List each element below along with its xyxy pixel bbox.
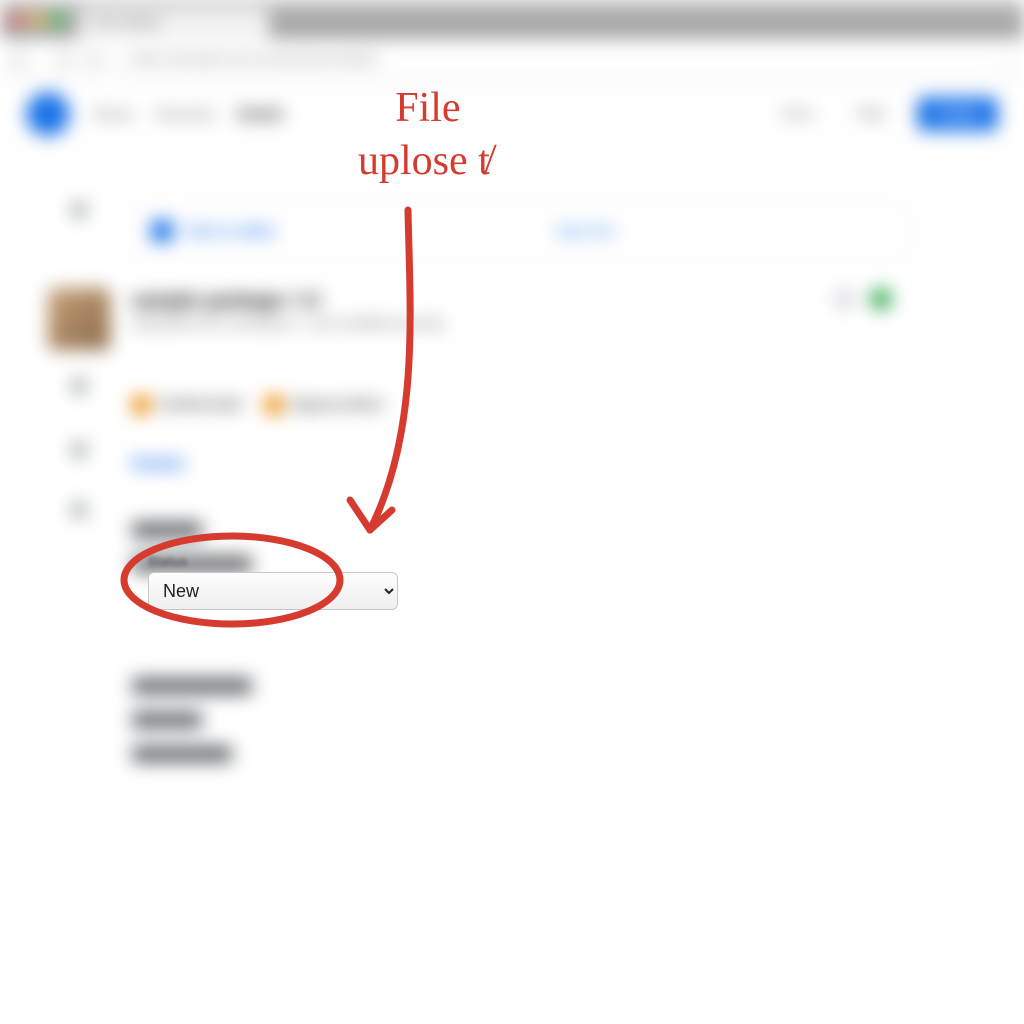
- row-bullet-icon: [71, 202, 87, 218]
- badge-label: Verified build: [158, 397, 241, 413]
- shield-icon: [132, 396, 150, 414]
- nav-link-details[interactable]: Details: [237, 105, 284, 123]
- status-indicators: [834, 288, 892, 310]
- minimize-window-icon[interactable]: [31, 13, 44, 26]
- status-select[interactable]: New: [148, 572, 398, 610]
- nav-link-overview[interactable]: Overview: [154, 105, 215, 123]
- item-subtitle: Uploaded from workspace · Last modified …: [132, 316, 834, 332]
- section-heading: Details: [132, 454, 892, 474]
- zoom-window-icon[interactable]: [52, 13, 65, 26]
- action-card-right[interactable]: Open file: [538, 222, 911, 240]
- browser-tab-strip: Item details: [79, 0, 269, 38]
- editor-icon: [151, 220, 173, 242]
- status-dot-ok-icon: [870, 288, 892, 310]
- header-help-link[interactable]: Help: [846, 97, 895, 131]
- field-placeholder: [132, 522, 202, 538]
- window-titlebar: Item details: [0, 0, 1024, 38]
- action-card-left-label: View in editor: [185, 222, 277, 240]
- field-placeholder: [132, 678, 252, 694]
- nav-link-home[interactable]: Home: [92, 105, 132, 123]
- row-bullet-icon: [71, 378, 87, 394]
- select-label: Status: [148, 555, 398, 570]
- action-card-right-label: Open file: [556, 222, 615, 240]
- badge-signed: Signed artifact: [265, 396, 384, 414]
- app-header: Home Overview Details Docs Help Create: [0, 82, 1024, 146]
- field-placeholder: [132, 712, 202, 728]
- row-bullet-icon: [71, 442, 87, 458]
- create-button[interactable]: Create: [917, 97, 998, 131]
- close-window-icon[interactable]: [10, 13, 23, 26]
- status-dot-neutral: [834, 288, 856, 310]
- badge-label: Signed artifact: [291, 397, 384, 413]
- item-thumbnail: [48, 288, 110, 350]
- reload-icon[interactable]: [82, 51, 100, 69]
- forward-icon[interactable]: [44, 45, 72, 73]
- action-card-left[interactable]: View in editor: [133, 220, 538, 242]
- badge-verified: Verified build: [132, 396, 241, 414]
- browser-toolbar: https://example.com/console/item/details: [0, 38, 1024, 82]
- blurred-background: Item details https://example.com/console…: [0, 0, 1024, 1024]
- traffic-lights: [10, 13, 65, 26]
- header-docs-link[interactable]: Docs: [772, 97, 824, 131]
- address-bar-text: https://example.com/console/item/details: [131, 52, 377, 67]
- browser-tab[interactable]: Item details: [79, 8, 269, 38]
- app-logo-icon[interactable]: [26, 92, 70, 136]
- field-placeholder: [132, 746, 232, 762]
- badge-row: Verified build Signed artifact: [132, 396, 892, 414]
- back-icon[interactable]: [10, 45, 38, 73]
- address-bar[interactable]: https://example.com/console/item/details: [114, 45, 1010, 75]
- row-bullet-icon: [71, 502, 87, 518]
- item-title: sample-package-1.0: [132, 288, 834, 312]
- browser-tab-title: Item details: [93, 16, 161, 31]
- key-icon: [265, 396, 283, 414]
- action-card: View in editor Open file: [132, 202, 912, 260]
